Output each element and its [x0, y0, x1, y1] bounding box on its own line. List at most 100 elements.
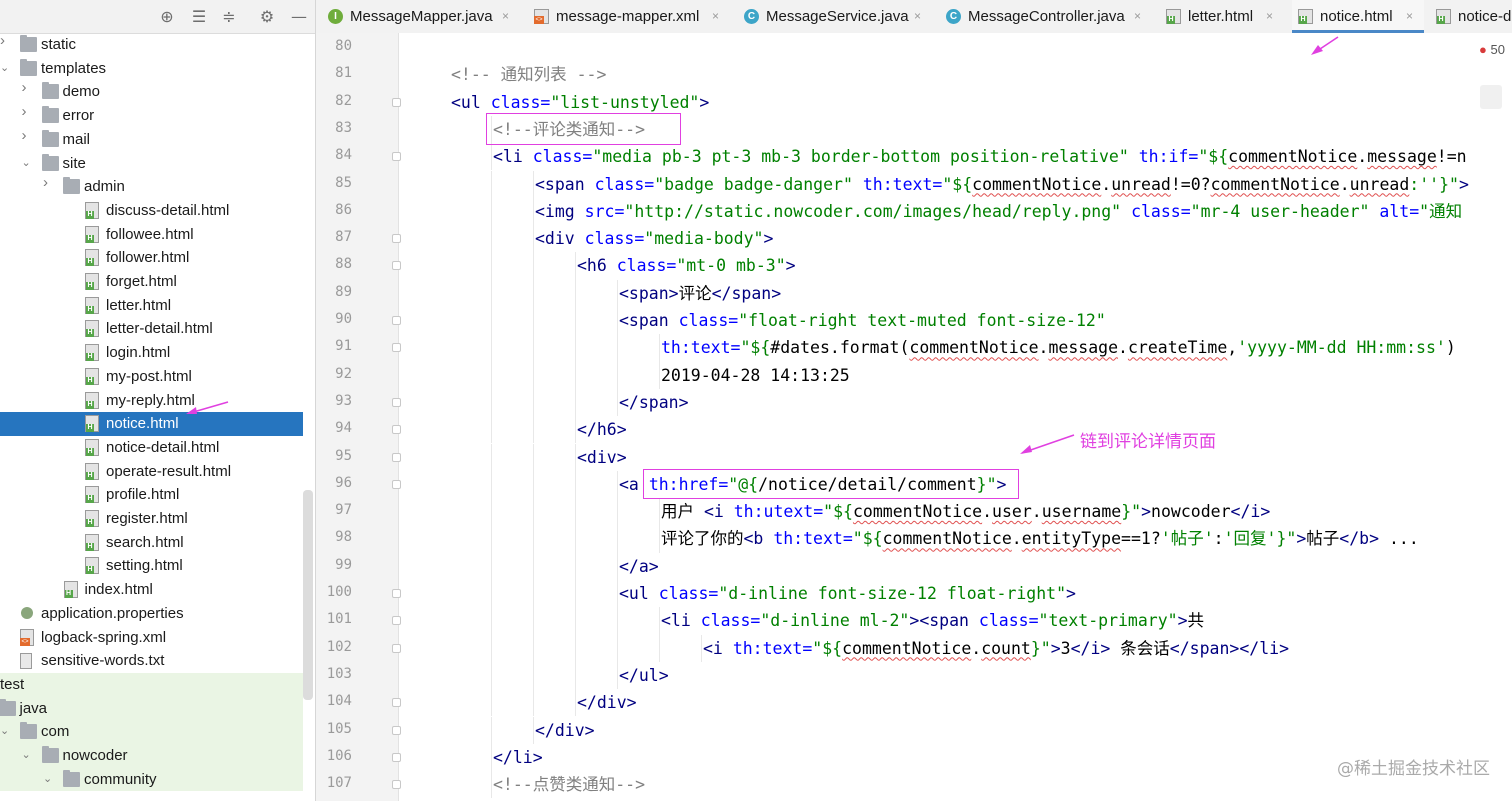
code-token: <i — [703, 638, 733, 658]
tree-item[interactable]: › mail — [0, 128, 303, 152]
java-file-icon: I — [328, 9, 343, 24]
code-token: format — [839, 338, 900, 358]
tree-item[interactable]: my-post.html — [0, 365, 303, 389]
chevron-down-icon[interactable]: ⌄ — [22, 749, 32, 761]
chevron-down-icon[interactable]: ⌄ — [0, 725, 10, 737]
tree-item[interactable]: profile.html — [0, 483, 303, 507]
fold-marker-icon[interactable] — [392, 752, 401, 762]
tree-item[interactable]: sensitive-words.txt — [0, 649, 303, 673]
chevron-right-icon[interactable]: › — [0, 33, 10, 48]
fold-marker-icon[interactable] — [392, 643, 401, 653]
fold-marker-icon[interactable] — [392, 343, 401, 353]
fold-marker-icon[interactable] — [392, 316, 401, 325]
editor-tab[interactable]: I MessageMapper.java × — [322, 0, 520, 33]
tree-item[interactable]: forget.html — [0, 270, 303, 294]
close-icon[interactable]: × — [914, 9, 921, 23]
collapse-all-icon[interactable]: ≑ — [220, 8, 238, 26]
indent-guide — [659, 361, 660, 389]
code-line: <!--点赞类通知--> — [493, 771, 645, 798]
editor-tab[interactable]: letter.html × — [1160, 0, 1284, 33]
tree-item[interactable]: followee.html — [0, 223, 303, 247]
code-token: class= — [678, 311, 739, 330]
indent-guide — [617, 552, 618, 580]
close-icon[interactable]: × — [502, 9, 509, 23]
fold-marker-icon[interactable] — [392, 616, 401, 626]
fold-marker-icon[interactable] — [392, 152, 401, 162]
tree-item[interactable]: login.html — [0, 341, 303, 365]
tree-item[interactable]: register.html — [0, 507, 303, 531]
tree-item[interactable]: setting.html — [0, 554, 303, 578]
fold-marker-icon[interactable] — [392, 780, 401, 790]
chevron-right-icon[interactable]: › — [22, 80, 32, 95]
indent-guide — [533, 443, 534, 471]
code-token: : — [1213, 529, 1224, 549]
editor-tab[interactable]: message-mapper.xml × — [528, 0, 730, 33]
expand-all-icon[interactable]: ☰ — [190, 8, 208, 26]
editor-tab[interactable]: notice.html × — [1292, 0, 1424, 33]
close-icon[interactable]: × — [1134, 9, 1141, 23]
chevron-down-icon[interactable]: ⌄ — [43, 773, 53, 785]
tree-item[interactable]: test — [0, 672, 303, 697]
chevron-down-icon[interactable]: ⌄ — [22, 157, 32, 169]
tree-item[interactable]: ⌄java — [0, 696, 303, 721]
gear-icon[interactable]: ⚙ — [258, 8, 276, 26]
fold-marker-icon[interactable] — [392, 589, 401, 598]
chevron-right-icon[interactable]: › — [22, 128, 32, 143]
tree-item[interactable]: application.properties — [0, 602, 303, 626]
code-line: </span> — [619, 389, 689, 416]
tree-item[interactable]: letter.html — [0, 294, 303, 318]
folder-icon — [63, 769, 80, 787]
target-icon[interactable]: ⊕ — [158, 8, 176, 26]
tree-item[interactable]: letter-detail.html — [0, 317, 303, 341]
sidebar-scrollbar[interactable] — [303, 490, 313, 700]
tree-item[interactable]: index.html — [0, 578, 303, 602]
tree-item[interactable]: search.html — [0, 531, 303, 555]
tree-item-label: index.html — [84, 581, 153, 599]
close-icon[interactable]: × — [1406, 9, 1413, 23]
chevron-right-icon[interactable]: › — [43, 175, 53, 190]
chevron-right-icon[interactable]: › — [22, 104, 32, 119]
tree-item[interactable]: › admin — [0, 175, 303, 199]
fold-marker-icon[interactable] — [392, 397, 401, 407]
tree-item[interactable]: follower.html — [0, 246, 303, 270]
error-indicator[interactable]: ● 50 — [1479, 42, 1505, 57]
tab-label: notice.html — [1320, 8, 1393, 25]
tree-item[interactable]: › error — [0, 104, 303, 128]
fold-marker-icon[interactable] — [392, 452, 401, 462]
close-icon[interactable]: × — [1266, 9, 1273, 23]
code-token: </ul> — [619, 665, 669, 685]
close-icon[interactable]: × — [712, 9, 719, 23]
fold-marker-icon[interactable] — [392, 261, 401, 271]
code-editor[interactable]: 80 81 82 83 84 85 86 87 88 89 90 91 92 93 94 95 96 97 98 99… — [316, 33, 1512, 801]
tree-item[interactable]: › static — [0, 33, 303, 57]
tree-item[interactable]: logback-spring.xml — [0, 626, 303, 650]
tree-item[interactable]: notice.html — [0, 412, 303, 436]
editor-tab[interactable]: notice-d — [1430, 0, 1512, 33]
plugin-icon[interactable] — [1480, 85, 1502, 109]
editor-tab[interactable]: C MessageService.java × — [738, 0, 932, 33]
fold-marker-icon[interactable] — [392, 479, 401, 489]
tree-item[interactable]: ⌄ nowcoder — [0, 744, 303, 768]
fold-marker-icon[interactable] — [392, 725, 401, 735]
tree-item[interactable]: ⌄ community — [0, 767, 303, 792]
code-token: </i> — [1230, 502, 1271, 522]
fold-marker-icon[interactable] — [392, 97, 401, 107]
fold-marker-icon[interactable] — [392, 234, 401, 244]
fold-marker-icon[interactable] — [392, 425, 401, 435]
tree-item[interactable]: notice-detail.html — [0, 436, 303, 460]
tree-item[interactable]: ⌄ com — [0, 720, 303, 744]
tree-item[interactable]: my-reply.html — [0, 389, 303, 413]
tree-item[interactable]: discuss-detail.html — [0, 199, 303, 223]
minimize-icon[interactable]: — — [290, 8, 308, 26]
editor-tab[interactable]: C MessageController.java × — [940, 0, 1152, 33]
tree-item[interactable]: ⌄ templates — [0, 57, 303, 81]
tree-item[interactable]: › demo — [0, 80, 303, 104]
tree-item[interactable]: operate-result.html — [0, 460, 303, 484]
chevron-down-icon[interactable]: ⌄ — [0, 62, 10, 74]
fold-marker-icon[interactable] — [392, 698, 401, 708]
code-token: <li — [661, 611, 701, 631]
code-area[interactable]: <!-- 通知列表 --> <ul class="list-unstyled"> <… — [406, 33, 1512, 801]
tree-item[interactable]: ⌄ site — [0, 152, 303, 176]
